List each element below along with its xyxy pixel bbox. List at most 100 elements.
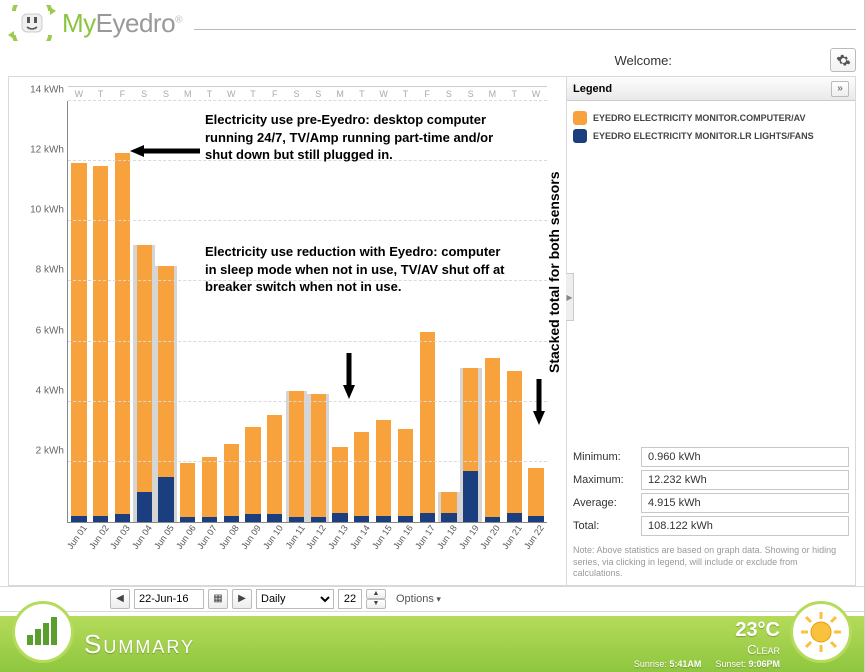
bar-slot[interactable]: Jun 18 xyxy=(438,492,460,522)
y-axis-tick: 6 kWh xyxy=(20,325,68,336)
weather-temp: 23°C xyxy=(634,619,780,642)
bar-slot[interactable]: Jun 01 xyxy=(68,163,90,522)
weather-block: 23°C Clear Sunrise: 5:41AM Sunset: 9:06P… xyxy=(634,619,780,669)
bar-slot[interactable]: Jun 20 xyxy=(482,358,504,522)
gear-icon xyxy=(836,53,851,68)
stat-min-label: Minimum: xyxy=(573,451,641,463)
x-axis-tick: Jun 09 xyxy=(239,523,263,551)
x-axis-tick: Jun 16 xyxy=(391,523,415,551)
arrow-icon xyxy=(130,143,200,159)
count-up-button[interactable]: ▲ xyxy=(366,589,386,599)
y-axis-tick: 2 kWh xyxy=(20,445,68,456)
x-axis-tick: Jun 13 xyxy=(326,523,350,551)
stat-total-value: 108.122 kWh xyxy=(641,516,849,536)
welcome-label: Welcome: xyxy=(614,53,672,68)
bar-slot[interactable]: Jun 10 xyxy=(264,415,286,522)
x-axis-tick: Jun 02 xyxy=(87,523,111,551)
date-prev-button[interactable]: ◀ xyxy=(110,589,130,609)
bar-slot[interactable]: Jun 16 xyxy=(394,429,416,522)
bar-slot[interactable]: Jun 06 xyxy=(177,463,199,522)
x-axis-tick: Jun 21 xyxy=(500,523,524,551)
panel-collapse-button[interactable]: ▶ xyxy=(566,273,574,321)
bar-slot[interactable]: Jun 05 xyxy=(155,266,177,522)
bar-slot[interactable]: Jun 09 xyxy=(242,427,264,522)
legend-item[interactable]: EYEDRO ELECTRICITY MONITOR.COMPUTER/AV xyxy=(573,111,849,125)
legend-label: EYEDRO ELECTRICITY MONITOR.COMPUTER/AV xyxy=(593,113,806,123)
legend-body: EYEDRO ELECTRICITY MONITOR.COMPUTER/AV EY… xyxy=(567,101,855,153)
x-axis-tick: Jun 07 xyxy=(196,523,220,551)
summary-title: Summary xyxy=(84,629,195,660)
brand-text: MyEyedro® xyxy=(62,8,182,39)
chart-toolbar: ◀ ▦ ▶ Daily ▲ ▼ Options xyxy=(0,586,864,612)
brand-logo: MyEyedro® xyxy=(8,5,182,41)
bar-slot[interactable]: Jun 12 xyxy=(307,394,329,522)
header-divider xyxy=(194,29,856,30)
count-input[interactable] xyxy=(338,589,362,609)
x-axis-tick: Jun 17 xyxy=(413,523,437,551)
bar-slot[interactable]: Jun 08 xyxy=(220,444,242,522)
x-axis-tick: Jun 01 xyxy=(65,523,89,551)
y-axis-tick: 10 kWh xyxy=(20,205,68,216)
legend-swatch xyxy=(573,129,587,143)
x-axis-tick: Jun 22 xyxy=(522,523,546,551)
y-axis-tick: 8 kWh xyxy=(20,265,68,276)
legend-swatch xyxy=(573,111,587,125)
x-axis-tick: Jun 19 xyxy=(457,523,481,551)
x-axis-tick: Jun 12 xyxy=(304,523,328,551)
weather-badge xyxy=(790,601,852,663)
granularity-select[interactable]: Daily xyxy=(256,589,334,609)
y-axis-tick: 4 kWh xyxy=(20,385,68,396)
x-axis-tick: Jun 15 xyxy=(370,523,394,551)
bar-slot[interactable]: Jun 17 xyxy=(416,332,438,522)
bar-slot[interactable]: Jun 15 xyxy=(373,420,395,522)
stat-max-value: 12.232 kWh xyxy=(641,470,849,490)
stat-avg-label: Average: xyxy=(573,497,641,509)
legend-title: Legend xyxy=(573,83,612,95)
bar-slot[interactable]: Jun 13 xyxy=(329,447,351,522)
sunset-time: 9:06PM xyxy=(748,659,780,669)
summary-bar: Summary 23°C Clear Sunrise: 5:41AM Sunse… xyxy=(0,616,864,672)
legend-header: Legend » xyxy=(567,77,855,101)
x-axis-tick: Jun 04 xyxy=(130,523,154,551)
stats-note: Note: Above statistics are based on grap… xyxy=(567,543,855,585)
date-input[interactable] xyxy=(134,589,204,609)
stat-max-label: Maximum: xyxy=(573,474,641,486)
weather-condition: Clear xyxy=(634,642,780,657)
legend-expand-button[interactable]: » xyxy=(831,81,849,97)
bar-slot[interactable]: Jun 22 xyxy=(525,468,547,522)
settings-button[interactable] xyxy=(830,48,856,72)
y-axis-tick: 12 kWh xyxy=(20,145,68,156)
bar-slot[interactable]: Jun 04 xyxy=(133,245,155,522)
stat-avg-value: 4.915 kWh xyxy=(641,493,849,513)
date-next-button[interactable]: ▶ xyxy=(232,589,252,609)
annotation-pre-eyedro: Electricity use pre-Eyedro: desktop comp… xyxy=(205,111,505,164)
sun-icon xyxy=(799,610,843,654)
annotation-post-eyedro: Electricity use reduction with Eyedro: c… xyxy=(205,243,515,296)
arrow-icon xyxy=(341,353,357,399)
count-down-button[interactable]: ▼ xyxy=(366,599,386,609)
bar-slot[interactable]: Jun 14 xyxy=(351,432,373,522)
bar-chart-icon xyxy=(25,617,61,647)
arrow-icon xyxy=(531,379,547,425)
sunrise-time: 5:41AM xyxy=(669,659,701,669)
logo-icon xyxy=(8,5,56,41)
bar-slot[interactable]: Jun 11 xyxy=(286,391,308,522)
stats-block: Minimum:0.960 kWh Maximum:12.232 kWh Ave… xyxy=(567,440,855,543)
y-axis-tick: 14 kWh xyxy=(20,85,68,96)
legend-label: EYEDRO ELECTRICITY MONITOR.LR LIGHTS/FAN… xyxy=(593,131,814,141)
bar-slot[interactable]: Jun 21 xyxy=(503,371,525,522)
x-axis-tick: Jun 06 xyxy=(174,523,198,551)
x-axis-tick: Jun 20 xyxy=(479,523,503,551)
bar-slot[interactable]: Jun 03 xyxy=(112,153,134,522)
chart-pane: WTFSSMTWTFSSMTWTFSSMTW Jun 01Jun 02Jun 0… xyxy=(8,76,566,586)
bar-slot[interactable]: Jun 19 xyxy=(460,368,482,522)
energy-chart: WTFSSMTWTFSSMTWTFSSMTW Jun 01Jun 02Jun 0… xyxy=(15,83,563,563)
x-axis-tick: Jun 10 xyxy=(261,523,285,551)
x-axis-tick: Jun 14 xyxy=(348,523,372,551)
date-picker-button[interactable]: ▦ xyxy=(208,589,228,609)
bar-slot[interactable]: Jun 07 xyxy=(199,457,221,522)
x-axis-tick: Jun 11 xyxy=(283,523,306,550)
annotation-stacked: Stacked total for both sensors xyxy=(545,113,564,373)
legend-item[interactable]: EYEDRO ELECTRICITY MONITOR.LR LIGHTS/FAN… xyxy=(573,129,849,143)
options-menu[interactable]: Options xyxy=(390,593,441,605)
